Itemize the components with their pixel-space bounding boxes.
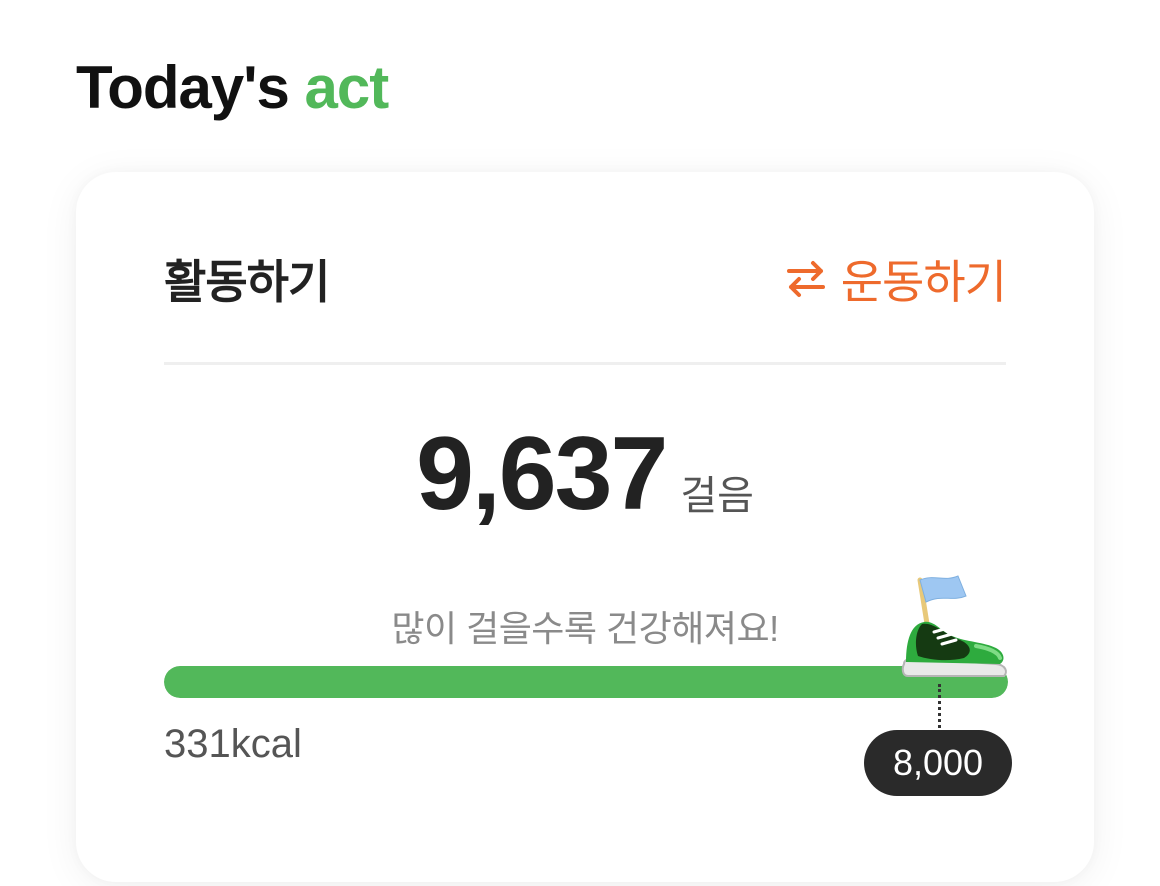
step-count-value: 9,637: [416, 416, 668, 532]
activity-card: 활동하기 운동하기 9,637 걸음 많이 걸을수록 건강해져요! 331kca…: [76, 172, 1094, 882]
sneaker-with-flag-icon: [900, 572, 1012, 682]
divider: [164, 362, 1006, 365]
step-progress-fill: [164, 666, 1008, 698]
calories-value: 331kcal: [164, 722, 302, 766]
section-label: 활동하기: [164, 256, 330, 308]
title-accent: act: [304, 54, 390, 121]
page-title: Today's act: [76, 52, 390, 124]
step-count-unit: 걸음: [680, 474, 754, 518]
step-count: 9,637 걸음: [76, 416, 1094, 532]
step-progress-bar: [164, 666, 1008, 698]
swap-arrows-icon: [785, 259, 827, 299]
switch-to-exercise-button[interactable]: 운동하기: [785, 246, 1007, 312]
title-primary: Today's: [76, 54, 290, 121]
card-header: 활동하기 운동하기: [164, 246, 1007, 312]
goal-badge: 8,000: [864, 730, 1012, 796]
goal-marker-line: [938, 684, 941, 728]
switch-label: 운동하기: [840, 256, 1007, 308]
